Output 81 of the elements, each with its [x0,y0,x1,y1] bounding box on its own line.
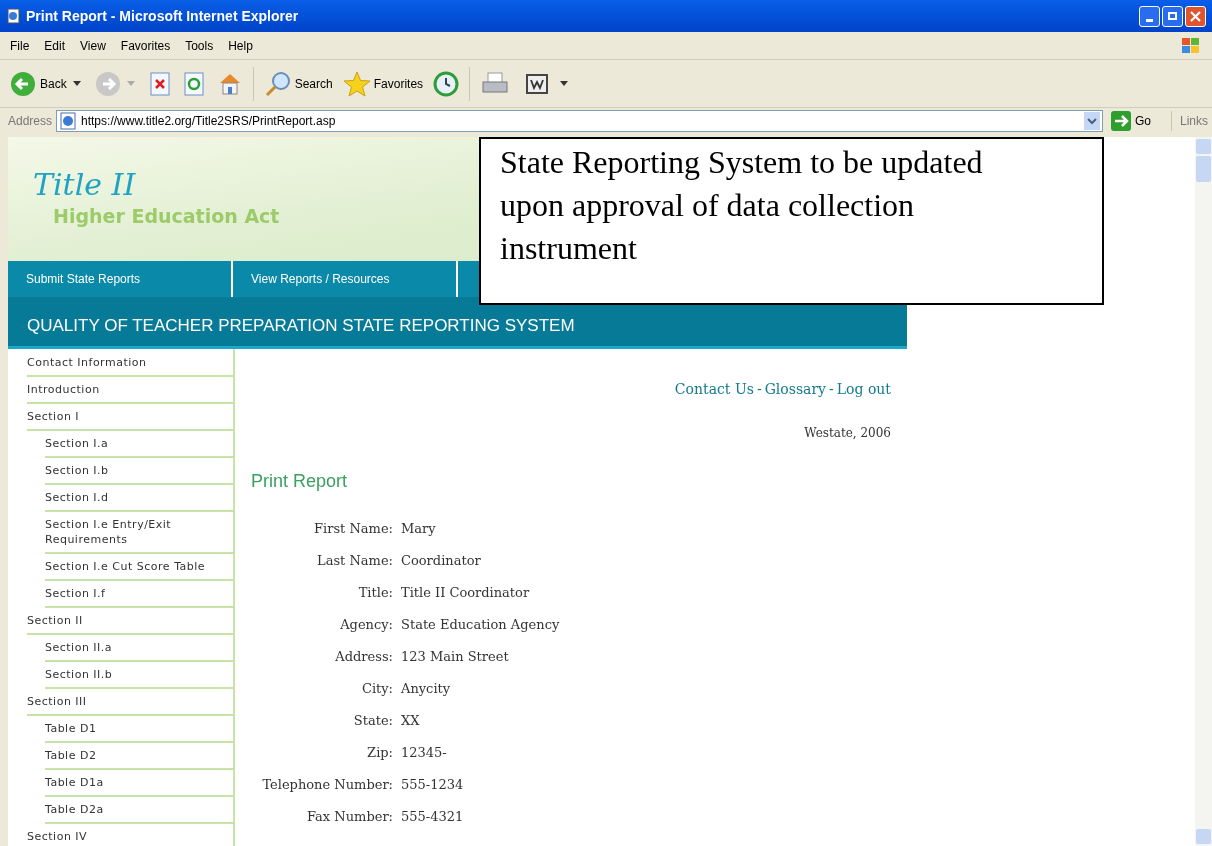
banner-title: Title II [33,167,136,202]
field-label: State: [352,712,393,731]
sidebar-item[interactable]: Table D2a [45,797,233,824]
header-link[interactable]: Log out [836,379,891,400]
sidebar-item[interactable]: Section III [27,689,233,716]
field-label: City: [360,680,393,699]
field-label: First Name: [313,520,393,539]
field-value: 555-1234 [400,776,464,795]
menu-item[interactable]: View [80,36,106,55]
dropdown-caret-icon[interactable] [72,80,81,87]
back-button[interactable]: Back [10,70,67,97]
menu-item[interactable]: Edit [44,36,66,55]
windows-logo-icon [1180,35,1202,56]
sidebar-item[interactable]: Table D1a [45,770,233,797]
link-separator: - [755,380,763,399]
search-button[interactable]: Search [263,70,333,97]
menu-item[interactable]: Favorites [120,36,171,55]
field-value: Mary [400,520,436,539]
vertical-scrollbar[interactable] [1195,137,1212,846]
sidebar-item[interactable]: Section I.e Entry/Exit Requirements [45,512,233,554]
search-icon [263,70,292,97]
page-title: Print Report [250,470,349,493]
sidebar-item[interactable]: Section I.e Cut Score Table [45,554,233,581]
go-button[interactable]: Go [1106,111,1155,131]
field-label: Fax Number: [305,808,393,827]
state-year: Westate, 2006 [804,425,891,442]
sidebar-item[interactable]: Section II [27,608,233,635]
field-label: Title: [357,584,393,603]
sidebar-item[interactable]: Section I.a [45,431,233,458]
dropdown-caret-icon[interactable] [560,80,569,87]
star-icon [342,70,371,97]
system-title: QUALITY OF TEACHER PREPARATION STATE REPORTING SYSTEM [27,314,575,337]
field-value: Coordinator [400,552,481,571]
sidebar-item[interactable]: Section II.b [45,662,233,689]
links-label[interactable]: Links [1176,112,1212,130]
field-value: Anycity [400,680,451,699]
refresh-icon[interactable] [182,71,205,96]
close-icon [1190,10,1201,22]
window-title: Print Report - Microsoft Internet Explorer [26,6,299,26]
sidebar-item[interactable]: Section I.f [45,581,233,608]
go-arrow-icon [1110,111,1131,131]
sidebar-item[interactable]: Contact Information [27,350,233,377]
header-link[interactable]: Glossary [764,379,827,400]
field-value: 123 Main Street [400,648,509,667]
sidebar-item[interactable]: Section I.b [45,458,233,485]
address-field[interactable]: https://www.title2.org/Title2SRS/PrintReport.asp [56,110,1103,132]
field-value: State Education Agency [400,616,560,635]
close-button[interactable] [1185,5,1206,27]
sidebar-item[interactable]: Table D2 [45,743,233,770]
field-label: Agency: [339,616,393,635]
address-label: Address [8,113,53,130]
menu-item[interactable]: Help [228,36,253,55]
stop-icon[interactable] [148,71,171,96]
field-label: Telephone Number: [261,776,393,795]
sidebar-item[interactable]: Section II.a [45,635,233,662]
browser-page-icon [6,8,22,24]
favorites-button[interactable]: Favorites [342,70,424,97]
sidebar-item[interactable]: Introduction [27,377,233,404]
sidebar-item[interactable]: Section I.d [45,485,233,512]
callout-text: State Reporting System to be updated upon approval of data collection instrument [500,143,984,268]
field-label: Last Name: [316,552,393,571]
minimize-button[interactable] [1139,5,1160,27]
link-separator: - [828,380,835,399]
field-value: XX [400,712,420,731]
word-document-icon[interactable] [526,73,549,94]
field-value: 12345- [400,744,447,763]
sidebar-item[interactable]: Section IV [27,824,233,846]
field-value: 555-4321 [400,808,464,827]
banner-subtitle: Higher Education Act [52,203,280,229]
dropdown-caret-icon[interactable] [1083,112,1100,130]
field-label: Address: [334,648,393,667]
history-icon[interactable] [433,70,460,97]
page-icon [59,112,78,130]
sidebar-item[interactable]: Table D1 [45,716,233,743]
menu-item[interactable]: Tools [185,36,214,55]
menu-item[interactable]: File [10,36,30,55]
field-label: Zip: [366,744,393,763]
field-value: Title II Coordinator [400,584,530,603]
restore-button[interactable] [1162,5,1183,27]
sidebar-item[interactable]: Section I [27,404,233,431]
header-link[interactable]: Contact Us [674,379,754,400]
